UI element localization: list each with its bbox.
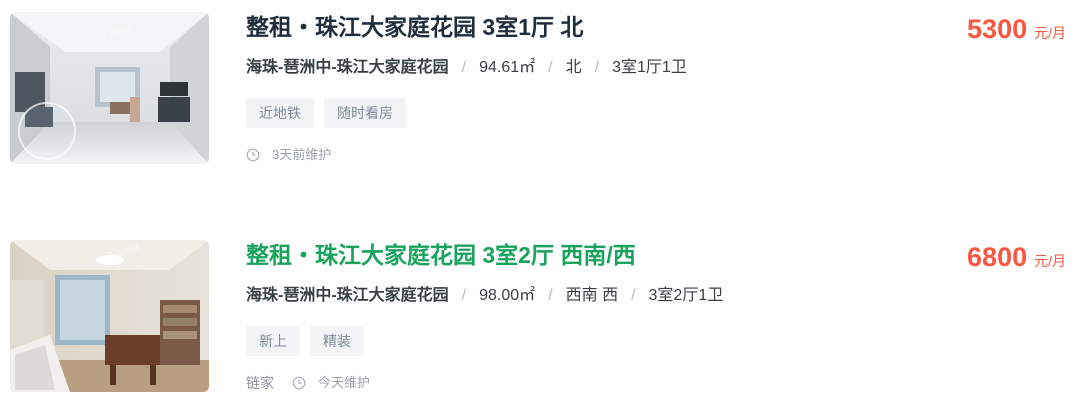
room-layout: 3室1厅1卫 xyxy=(612,59,687,76)
update-time: 3天前维护 xyxy=(272,147,332,162)
price: 6800 元/月 xyxy=(967,240,1066,274)
price-unit: 元/月 xyxy=(1034,25,1066,41)
tag-list: 近地铁 随时看房 xyxy=(246,98,416,128)
listing-thumbnail[interactable]: Lianjia xyxy=(10,240,209,392)
listing-meta: 海珠-琶洲中-珠江大家庭花园 / 94.61㎡ / 北 / 3室1厅1卫 xyxy=(246,55,687,81)
price: 5300 元/月 xyxy=(967,12,1066,46)
separator: / xyxy=(594,59,600,76)
room-photo-2: Lianjia xyxy=(10,240,209,392)
listing-footer: 3天前维护 xyxy=(246,144,331,166)
separator: / xyxy=(461,287,467,304)
price-amount: 6800 xyxy=(967,242,1028,272)
clock-icon xyxy=(292,376,306,390)
separator: / xyxy=(631,287,636,304)
tag: 随时看房 xyxy=(324,98,406,128)
listing-thumbnail[interactable]: Lianjia xyxy=(10,12,209,164)
listing-card[interactable]: Lianjia 整租・珠江大家庭花园 3室1厅 北 海珠-琶洲中-珠江大家庭花园… xyxy=(0,0,1080,170)
listing-footer: 链家 今天维护 xyxy=(246,372,370,394)
listing-title[interactable]: 整租・珠江大家庭花园 3室2厅 西南/西 xyxy=(246,238,636,272)
listing-title[interactable]: 整租・珠江大家庭花园 3室1厅 北 xyxy=(246,10,583,44)
listing-card[interactable]: Lianjia 整租・珠江大家庭花园 3室2厅 西南/西 海珠-琶洲中-珠江大家… xyxy=(0,228,1080,398)
orientation: 西南 西 xyxy=(565,287,619,304)
tag-list: 新上 精装 xyxy=(246,326,374,356)
separator: / xyxy=(548,287,553,304)
area: 94.61㎡ xyxy=(479,59,536,76)
separator: / xyxy=(461,59,467,76)
tag: 精装 xyxy=(310,326,364,356)
clock-icon xyxy=(246,148,260,162)
area: 98.00㎡ xyxy=(479,287,536,304)
listing-meta: 海珠-琶洲中-珠江大家庭花园 / 98.00㎡ / 西南 西 / 3室2厅1卫 xyxy=(246,283,723,309)
orientation: 北 xyxy=(565,59,582,76)
brand-label: 链家 xyxy=(246,375,274,391)
room-photo-1: Lianjia xyxy=(10,12,209,164)
update-time: 今天维护 xyxy=(318,375,371,390)
location-link[interactable]: 海珠-琶洲中-珠江大家庭花园 xyxy=(246,287,449,304)
room-layout: 3室2厅1卫 xyxy=(648,287,724,304)
tag: 新上 xyxy=(246,326,300,356)
location-link[interactable]: 海珠-琶洲中-珠江大家庭花园 xyxy=(246,59,449,76)
price-unit: 元/月 xyxy=(1034,253,1066,269)
separator: / xyxy=(548,59,553,76)
price-amount: 5300 xyxy=(967,14,1028,44)
tag: 近地铁 xyxy=(246,98,314,128)
